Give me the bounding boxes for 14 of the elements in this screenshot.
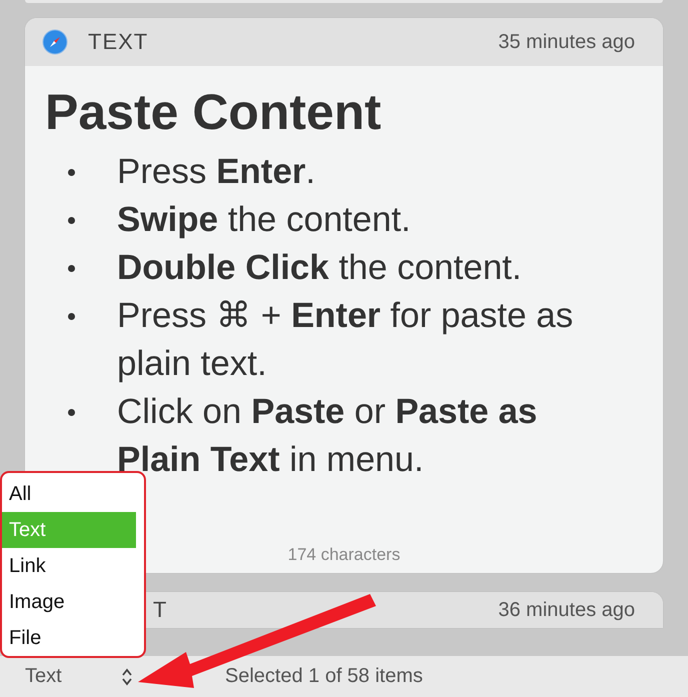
type-label: T bbox=[153, 597, 168, 623]
selection-count: Selected 1 of 58 items bbox=[225, 665, 423, 688]
type-label: TEXT bbox=[88, 29, 148, 55]
list-item-text: Double Click the content. bbox=[117, 247, 522, 289]
filter-popup[interactable]: Text bbox=[25, 665, 115, 688]
list-item-text: Press Enter. bbox=[117, 151, 316, 193]
timestamp: 35 minutes ago bbox=[498, 30, 635, 54]
menu-item[interactable]: File bbox=[2, 620, 136, 656]
list-item-text: Swipe the content. bbox=[117, 199, 411, 241]
menu-item[interactable]: Link bbox=[2, 548, 136, 584]
list-item-text: Press ⌘ + Enter for paste as plain text. bbox=[117, 295, 574, 385]
menu-item[interactable]: Image bbox=[2, 584, 136, 620]
content-heading: Paste Content bbox=[45, 83, 382, 142]
timestamp: 36 minutes ago bbox=[498, 598, 635, 622]
